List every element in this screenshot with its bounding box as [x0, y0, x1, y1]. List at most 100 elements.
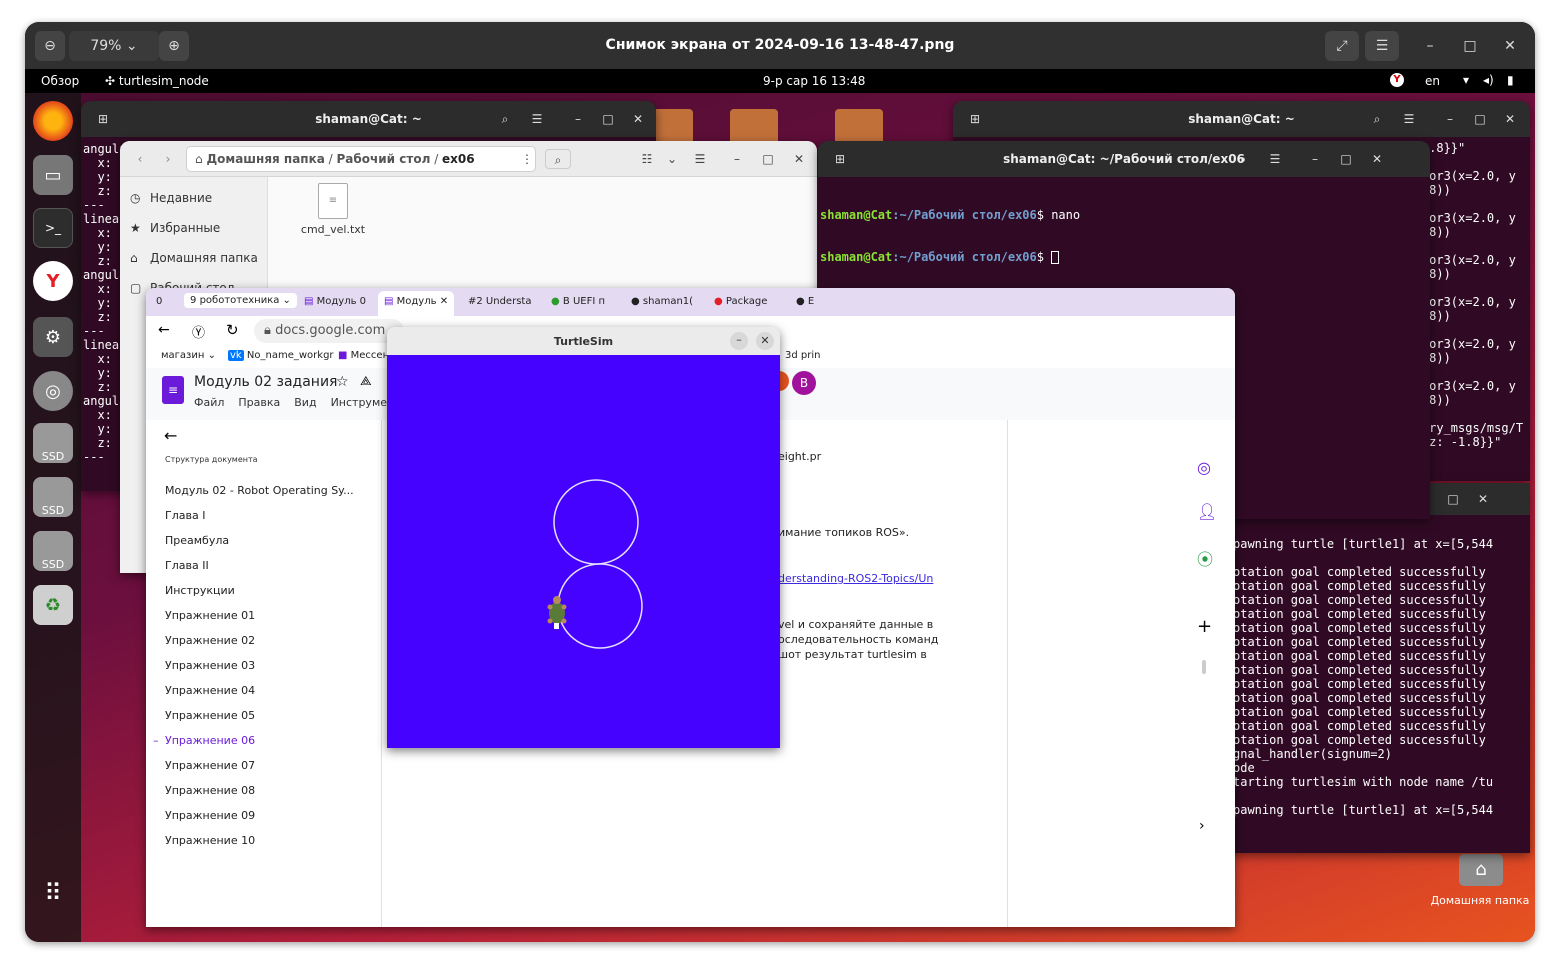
terminal-output[interactable]: pawning turtle [turtle1] at x=[5,544 ota…: [1233, 537, 1493, 817]
back-icon[interactable]: ‹: [128, 149, 152, 169]
outline-item[interactable]: Упражнение 03: [146, 653, 382, 678]
tab-ros[interactable]: #2 Understa: [468, 296, 531, 307]
outline-item[interactable]: – Упражнение 06: [146, 728, 382, 753]
maximize-icon[interactable]: □: [756, 149, 780, 169]
ssd-drive-icon[interactable]: SSD: [33, 423, 73, 463]
terminal-output[interactable]: shaman@Cat:~/Рабочий стол/ex06$ nano sha…: [820, 180, 1080, 292]
close-icon[interactable]: ✕: [1365, 149, 1389, 169]
minimize-icon[interactable]: –: [1303, 149, 1327, 169]
files-icon[interactable]: ▭: [33, 155, 73, 195]
outline-item[interactable]: Модуль 02 - Robot Operating Sy...: [146, 478, 382, 503]
outline-item[interactable]: Упражнение 02: [146, 628, 382, 653]
doc-link[interactable]: derstanding-ROS2-Topics/Un: [778, 572, 933, 585]
chevron-down-icon[interactable]: ⌄: [660, 149, 684, 169]
tab-github-2[interactable]: ● E: [796, 296, 814, 307]
back-icon[interactable]: ←: [158, 322, 170, 338]
network-icon[interactable]: ▾: [1463, 73, 1469, 87]
fullscreen-icon[interactable]: ⤢: [1325, 31, 1359, 61]
breadcrumb-desktop[interactable]: Рабочий стол: [337, 152, 431, 166]
minimize-icon[interactable]: –: [725, 149, 749, 169]
sidebar-item-home[interactable]: ⌂ Домашняя папка: [120, 243, 267, 273]
terminal-icon[interactable]: >_: [33, 208, 73, 248]
show-apps-icon[interactable]: ⠿: [33, 873, 73, 913]
maps-icon[interactable]: ⦿: [1197, 546, 1213, 570]
outline-item[interactable]: Упражнение 04: [146, 678, 382, 703]
outline-item[interactable]: Глава II: [146, 553, 382, 578]
maximize-icon[interactable]: □: [1334, 149, 1358, 169]
outline-item[interactable]: Инструкции: [146, 578, 382, 603]
breadcrumb-home[interactable]: Домашняя папка: [206, 152, 324, 166]
sidebar-item-recent[interactable]: ◷ Недавние: [120, 183, 267, 213]
outline-item[interactable]: Упражнение 08: [146, 778, 382, 803]
search-icon[interactable]: ⌕: [1365, 109, 1389, 129]
maximize-icon[interactable]: □: [1441, 489, 1465, 509]
tasks-icon[interactable]: ◎: [1197, 458, 1211, 477]
add-icon[interactable]: +: [1197, 616, 1212, 637]
bookmark-3d[interactable]: 3d prin: [785, 350, 820, 361]
settings-icon[interactable]: ⚙: [33, 317, 73, 357]
maximize-icon[interactable]: □: [1457, 31, 1483, 61]
star-icon[interactable]: ☆: [336, 374, 349, 390]
bookmark-shop[interactable]: магазин ⌄: [161, 350, 216, 361]
docs-logo-icon[interactable]: ≡: [162, 376, 184, 404]
activities-button[interactable]: Обзор: [41, 74, 79, 88]
close-icon[interactable]: ✕: [787, 149, 811, 169]
list-view-icon[interactable]: ☷: [635, 149, 659, 169]
close-icon[interactable]: ✕: [1497, 31, 1523, 61]
firefox-icon[interactable]: [33, 101, 73, 141]
menu-icon[interactable]: ☰: [1365, 31, 1399, 61]
disc-icon[interactable]: ◎: [33, 371, 73, 411]
minimize-icon[interactable]: –: [566, 109, 590, 129]
menu-view[interactable]: Вид: [294, 396, 316, 409]
sidebar-item-starred[interactable]: ★ Избранные: [120, 213, 267, 243]
reload-icon[interactable]: ↻: [226, 321, 239, 339]
outline-item[interactable]: Упражнение 07: [146, 753, 382, 778]
menu-edit[interactable]: Правка: [238, 396, 280, 409]
tab-github[interactable]: ● shaman1(: [631, 296, 693, 307]
trash-icon[interactable]: ♻: [33, 585, 73, 625]
avatar[interactable]: B: [792, 371, 816, 395]
outline-item[interactable]: Упражнение 10: [146, 828, 382, 853]
tab-uefi[interactable]: ● B UEFI п: [551, 296, 605, 307]
breadcrumb-ex06[interactable]: ex06: [442, 152, 475, 166]
chevron-right-icon[interactable]: ›: [1199, 818, 1205, 834]
outline-item[interactable]: Глава I: [146, 503, 382, 528]
yandex-browser-icon[interactable]: Y: [33, 261, 73, 301]
outline-item[interactable]: Упражнение 09: [146, 803, 382, 828]
ssd-drive-icon[interactable]: SSD: [33, 477, 73, 517]
search-icon[interactable]: ⌕: [1231, 149, 1255, 169]
minimize-icon[interactable]: –: [1417, 31, 1443, 61]
yandex-home-icon[interactable]: Ⓨ: [192, 322, 205, 341]
ssd-drive-icon[interactable]: SSD: [33, 531, 73, 571]
address-bar[interactable]: 🔒︎ docs.google.com: [254, 319, 404, 343]
minimize-icon[interactable]: –: [730, 332, 748, 350]
maximize-icon[interactable]: □: [596, 109, 620, 129]
forward-icon[interactable]: ›: [156, 149, 180, 169]
bookmark-messenger[interactable]: ■ Мессен: [338, 350, 389, 361]
menu-icon[interactable]: ☰: [1397, 109, 1421, 129]
menu-icon[interactable]: ☰: [688, 149, 712, 169]
account-icon[interactable]: [779, 371, 789, 391]
yandex-tray-icon[interactable]: Y: [1390, 73, 1404, 87]
maximize-icon[interactable]: □: [1468, 109, 1492, 129]
volume-icon[interactable]: ◂): [1483, 73, 1494, 87]
bookmark-vk[interactable]: vk No_name_workgr: [228, 350, 334, 361]
file-item[interactable]: ≡ cmd_vel.txt: [298, 183, 368, 236]
search-icon[interactable]: ⌕: [545, 149, 571, 169]
more-icon[interactable]: ⋮: [515, 149, 539, 169]
drive-icon[interactable]: ⟁: [360, 374, 372, 389]
close-icon[interactable]: ✕: [626, 109, 650, 129]
close-icon[interactable]: ✕: [1471, 489, 1495, 509]
outline-item[interactable]: Упражнение 01: [146, 603, 382, 628]
doc-title[interactable]: Модуль 02 задания: [194, 374, 337, 390]
language-indicator[interactable]: en: [1425, 74, 1440, 88]
breadcrumb[interactable]: ⌂ Домашняя папка / Рабочий стол / ex06: [186, 146, 536, 172]
tab-group[interactable]: 9 робототехника ⌄: [184, 293, 297, 308]
tab-docs-active[interactable]: ▤ Модуль ✕: [378, 291, 455, 316]
scrollbar[interactable]: [1202, 660, 1206, 674]
minimize-icon[interactable]: –: [1438, 109, 1462, 129]
menu-icon[interactable]: ☰: [525, 109, 549, 129]
close-icon[interactable]: ✕: [756, 332, 774, 350]
tab-docs-1[interactable]: ▤ Модуль 0: [304, 296, 366, 307]
menu-icon[interactable]: ☰: [1263, 149, 1287, 169]
